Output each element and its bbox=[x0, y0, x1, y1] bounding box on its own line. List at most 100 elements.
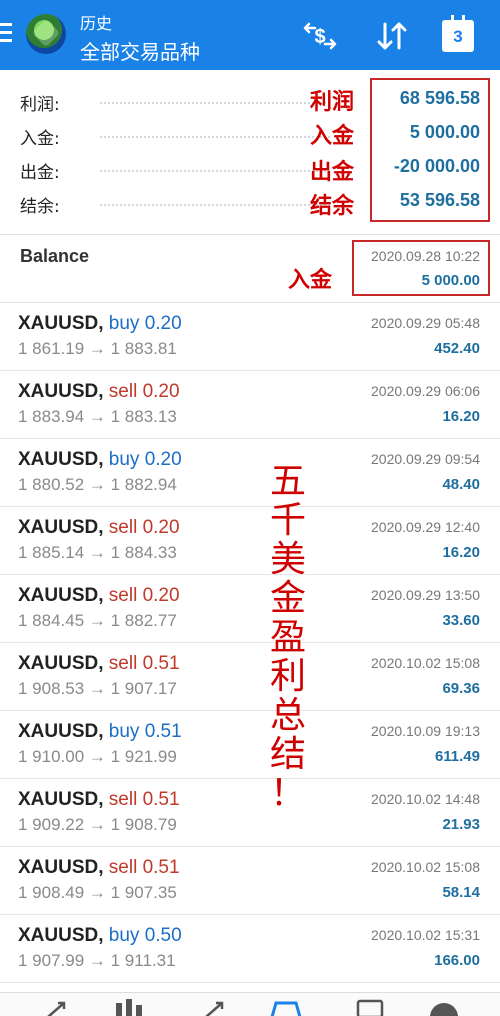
symbol-label: XAUUSD, bbox=[18, 721, 104, 742]
currency-exchange-icon[interactable]: $ bbox=[300, 18, 340, 54]
menu-icon[interactable] bbox=[0, 23, 14, 45]
trade-symbol: XAUUSD, sell 0.20 bbox=[18, 585, 180, 607]
annotation-char: 五 bbox=[269, 461, 306, 502]
trade-time: 2020.09.29 05:48 bbox=[371, 315, 480, 331]
trade-side: buy 0.51 bbox=[108, 721, 182, 742]
trade-row[interactable]: XAUUSD, buy 0.50 1 907.99 → 1 911.31 2020.… bbox=[0, 915, 500, 983]
trade-row[interactable]: XAUUSD, buy 0.20 1 861.19 → 1 883.81 2020.… bbox=[0, 303, 500, 371]
trade-side: sell 0.51 bbox=[108, 653, 180, 674]
trade-symbol: XAUUSD, sell 0.20 bbox=[18, 381, 180, 403]
profit-summary-annotation: 五 千 美 金 盈 利 总 结 ！ bbox=[268, 462, 308, 813]
symbol-label: XAUUSD, bbox=[18, 585, 104, 606]
trade-prices: 1 907.99 → 1 911.31 bbox=[18, 951, 176, 970]
summary-label: 结余: bbox=[20, 197, 60, 217]
dotted-leader bbox=[100, 204, 330, 206]
dotted-leader bbox=[100, 170, 330, 172]
trade-symbol: XAUUSD, sell 0.51 bbox=[18, 789, 180, 811]
dotted-leader bbox=[100, 136, 330, 138]
trade-side: sell 0.20 bbox=[108, 585, 180, 606]
messages-tab-icon[interactable] bbox=[350, 997, 390, 1016]
trade-profit: 33.60 bbox=[442, 612, 480, 629]
trade-symbol: XAUUSD, sell 0.51 bbox=[18, 653, 180, 675]
trade-prices: 1 908.53 → 1 907.17 bbox=[18, 679, 177, 698]
annotation-profit: 利润 bbox=[310, 90, 355, 115]
annotation-char: 美 bbox=[269, 539, 306, 580]
trade-side: sell 0.51 bbox=[108, 789, 180, 810]
trade-symbol: XAUUSD, buy 0.20 bbox=[18, 449, 182, 471]
summary-panel: 利润: 68 596.58 入金: 5 000.00 出金: -20 000.0… bbox=[0, 70, 500, 234]
page-title: 历史 bbox=[80, 14, 113, 33]
symbol-label: XAUUSD, bbox=[18, 449, 104, 470]
trade-symbol: XAUUSD, buy 0.50 bbox=[18, 925, 182, 947]
annotation-deposit: 入金 bbox=[288, 268, 333, 293]
trade-row[interactable]: XAUUSD, sell 0.51 1 909.22 → 1 908.79 2020… bbox=[0, 779, 500, 847]
trade-side: buy 0.20 bbox=[108, 313, 182, 334]
trade-symbol: XAUUSD, sell 0.51 bbox=[18, 857, 180, 879]
trade-profit: 611.49 bbox=[434, 748, 480, 765]
symbol-label: XAUUSD, bbox=[18, 789, 104, 810]
trade-profit: 16.20 bbox=[442, 544, 480, 561]
trade-symbol: XAUUSD, sell 0.20 bbox=[18, 517, 180, 539]
annotation-char: 总 bbox=[269, 695, 306, 736]
trade-symbol: XAUUSD, buy 0.20 bbox=[18, 313, 182, 335]
trade-time: 2020.10.02 14:48 bbox=[371, 791, 480, 807]
trade-side: buy 0.20 bbox=[108, 449, 182, 470]
chart-tab-icon[interactable] bbox=[108, 997, 148, 1016]
app-bar: 历史 全部交易品种 $ 3 bbox=[0, 0, 500, 70]
symbol-label: XAUUSD, bbox=[18, 925, 104, 946]
trade-side: buy 0.50 bbox=[108, 925, 182, 946]
trade-time: 2020.09.29 12:40 bbox=[371, 519, 480, 535]
trade-profit: 452.40 bbox=[434, 340, 480, 357]
trade-profit: 166.00 bbox=[434, 952, 480, 969]
summary-label: 利润: bbox=[20, 95, 60, 115]
history-tab-icon[interactable] bbox=[266, 997, 306, 1016]
trade-row[interactable]: XAUUSD, sell 0.51 1 908.49 → 1 907.35 2020… bbox=[0, 847, 500, 915]
calendar-icon[interactable]: 3 bbox=[442, 15, 474, 52]
highlight-box bbox=[370, 78, 490, 222]
trade-prices: 1 908.49 → 1 907.35 bbox=[18, 883, 177, 902]
annotation-char: ！ bbox=[269, 773, 306, 814]
trade-prices: 1 910.00 → 1 921.99 bbox=[18, 747, 177, 766]
symbol-label: XAUUSD, bbox=[18, 517, 104, 538]
divider bbox=[0, 234, 500, 235]
trade-time: 2020.10.02 15:08 bbox=[371, 859, 480, 875]
annotation-char: 金 bbox=[269, 578, 306, 619]
trade-prices: 1 909.22 → 1 908.79 bbox=[18, 815, 177, 834]
trade-prices: 1 883.94 → 1 883.13 bbox=[18, 407, 177, 426]
trade-side: sell 0.20 bbox=[108, 381, 180, 402]
trade-profit: 21.93 bbox=[442, 816, 480, 833]
trade-row[interactable]: XAUUSD, sell 0.20 1 883.94 → 1 883.13 2020… bbox=[0, 371, 500, 439]
trade-time: 2020.09.29 06:06 bbox=[371, 383, 480, 399]
highlight-box bbox=[352, 240, 490, 296]
trade-tab-icon[interactable] bbox=[194, 997, 234, 1016]
trade-row[interactable]: XAUUSD, buy 0.51 1 910.00 → 1 921.99 2020.… bbox=[0, 711, 500, 779]
quotes-tab-icon[interactable] bbox=[36, 997, 76, 1016]
dotted-leader bbox=[100, 102, 330, 104]
trade-profit: 58.14 bbox=[442, 884, 480, 901]
trade-symbol: XAUUSD, buy 0.51 bbox=[18, 721, 182, 743]
trade-row[interactable]: XAUUSD, buy 0.20 1 880.52 → 1 882.94 2020.… bbox=[0, 439, 500, 507]
symbol-label: XAUUSD, bbox=[18, 653, 104, 674]
annotation-deposit: 入金 bbox=[310, 124, 355, 149]
settings-tab-icon[interactable] bbox=[424, 997, 464, 1016]
trade-row[interactable]: XAUUSD, sell 0.51 1 908.53 → 1 907.17 2020… bbox=[0, 643, 500, 711]
symbol-filter[interactable]: 全部交易品种 bbox=[80, 36, 200, 65]
annotation-balance: 结余 bbox=[310, 194, 355, 219]
trade-prices: 1 861.19 → 1 883.81 bbox=[18, 339, 177, 358]
trade-row[interactable]: XAUUSD, sell 0.20 1 885.14 → 1 884.33 2020… bbox=[0, 507, 500, 575]
trade-prices: 1 880.52 → 1 882.94 bbox=[18, 475, 177, 494]
sort-icon[interactable] bbox=[372, 18, 412, 54]
summary-label: 出金: bbox=[20, 163, 60, 183]
app-logo bbox=[26, 14, 66, 54]
trade-side: sell 0.20 bbox=[108, 517, 180, 538]
bottom-tab-bar bbox=[0, 992, 500, 1016]
annotation-withdrawal: 出金 bbox=[310, 160, 355, 185]
symbol-label: XAUUSD, bbox=[18, 381, 104, 402]
trade-time: 2020.09.29 09:54 bbox=[371, 451, 480, 467]
trade-prices: 1 885.14 → 1 884.33 bbox=[18, 543, 177, 562]
annotation-char: 利 bbox=[269, 656, 306, 697]
trade-row[interactable]: XAUUSD, sell 0.20 1 884.45 → 1 882.77 2020… bbox=[0, 575, 500, 643]
trade-profit: 48.40 bbox=[442, 476, 480, 493]
trade-time: 2020.10.02 15:08 bbox=[371, 655, 480, 671]
trade-profit: 16.20 bbox=[442, 408, 480, 425]
